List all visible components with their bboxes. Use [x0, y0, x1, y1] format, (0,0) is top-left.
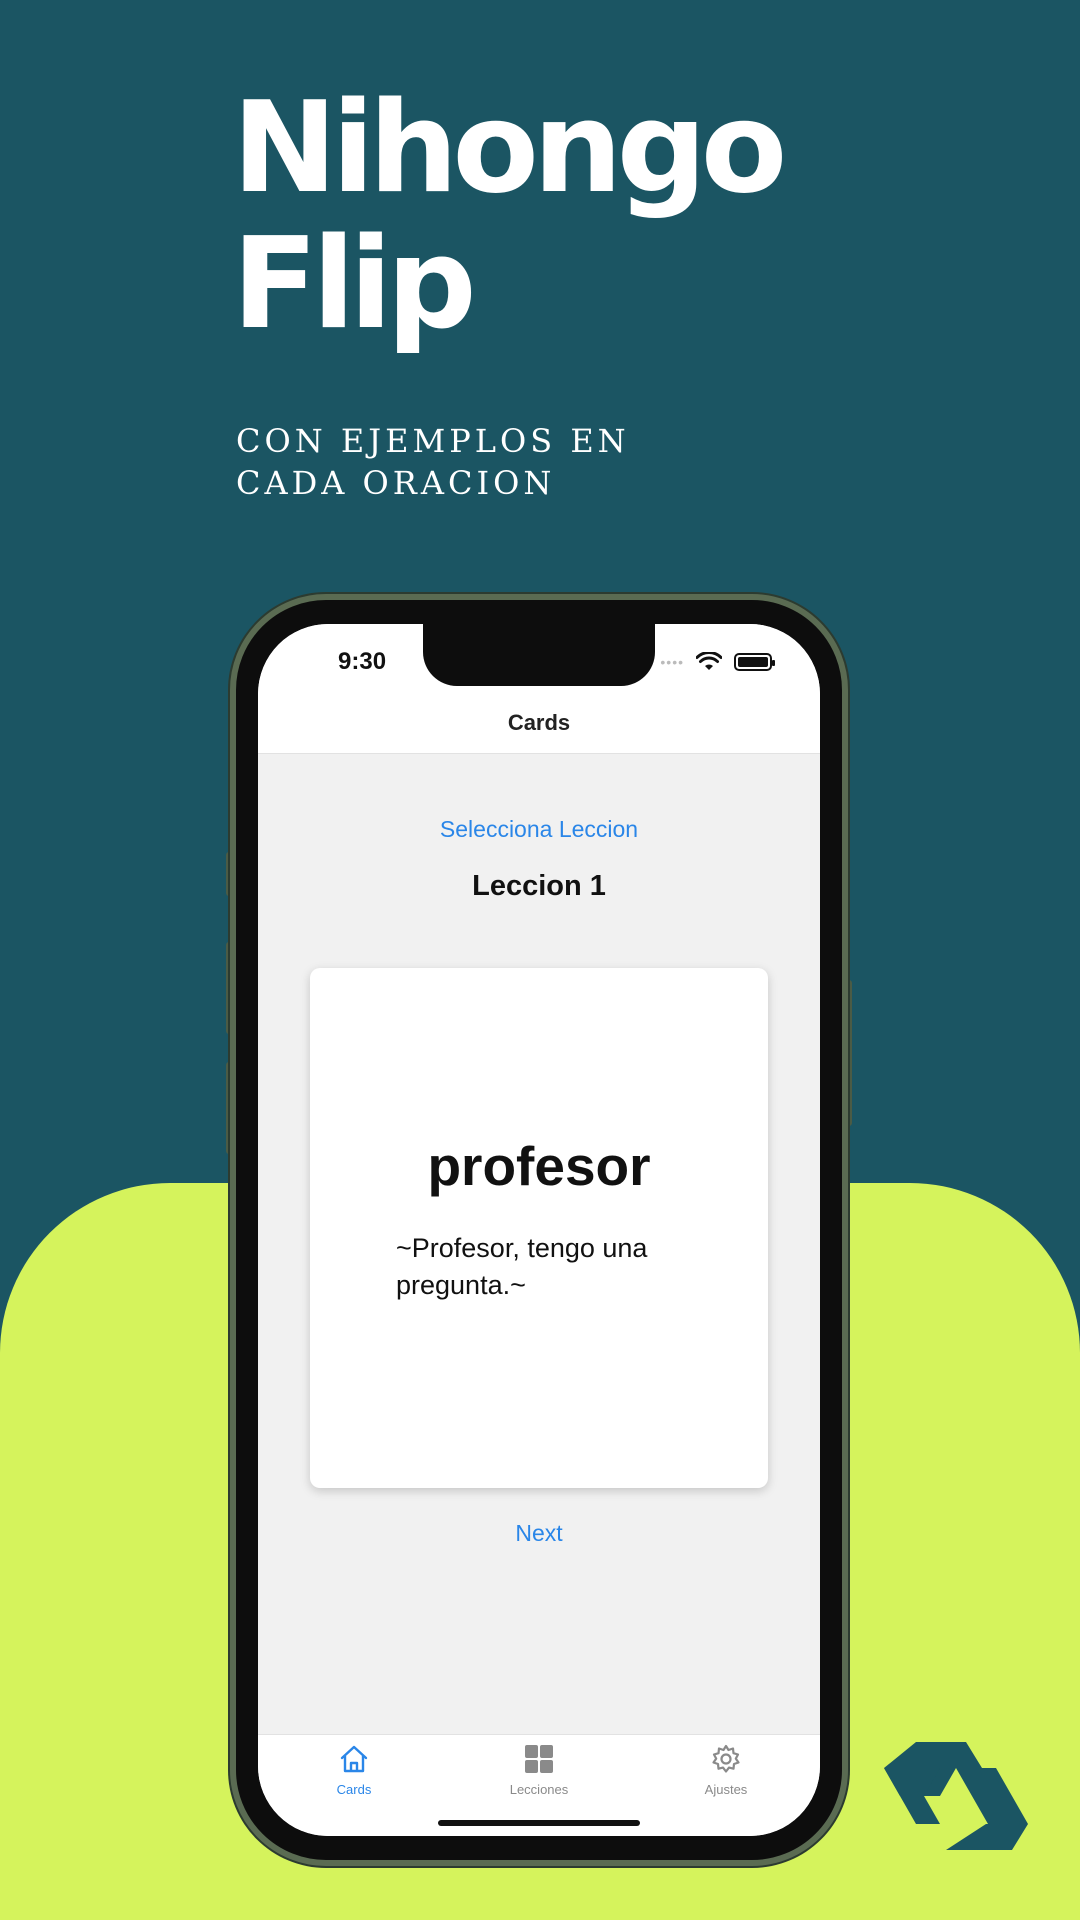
app-title-line-1: Nihongo — [232, 74, 787, 221]
tab-lecciones[interactable]: Lecciones — [479, 1743, 599, 1797]
tab-lecciones-label: Lecciones — [509, 1782, 569, 1797]
status-bar: 9:30 •••• — [258, 624, 820, 698]
status-time: 9:30 — [338, 648, 387, 675]
nav-title: Cards — [507, 710, 571, 735]
brand-logo — [884, 1742, 1028, 1850]
grid-icon — [525, 1745, 553, 1773]
app-subtitle: CON EJEMPLOS EN CADA ORACION — [236, 422, 630, 502]
next-button[interactable]: Next — [258, 1520, 820, 1547]
tab-ajustes-label: Ajustes — [704, 1782, 748, 1797]
select-lesson-button[interactable]: Selecciona Leccion — [258, 816, 820, 843]
wifi-icon — [696, 652, 722, 670]
card-example-sentence: ~Profesor, tengo una pregunta.~ — [396, 1233, 648, 1300]
status-icons: •••• — [660, 652, 775, 672]
gear-icon — [712, 1744, 740, 1773]
signal-icon: •••• — [660, 654, 684, 670]
flash-card[interactable]: profesor ~Profesor, tengo una pregunta.~ — [310, 968, 768, 1488]
tab-ajustes[interactable]: Ajustes — [666, 1743, 786, 1797]
navigation-bar: Cards — [258, 698, 820, 754]
lesson-title: Leccion 1 — [472, 870, 606, 902]
battery-icon — [734, 653, 775, 671]
camera-notch — [423, 624, 655, 686]
app-title-line-2: Flip — [232, 210, 477, 357]
house-icon — [340, 1745, 368, 1773]
tab-cards[interactable]: Cards — [294, 1743, 414, 1797]
home-indicator — [438, 1820, 640, 1826]
app-title: Nihongo Flip — [232, 74, 787, 357]
tab-cards-label: Cards — [336, 1782, 372, 1797]
phone-screen: 9:30 •••• Cards Selecciona Leccion Lecci… — [258, 624, 820, 1836]
card-word: profesor — [427, 1135, 651, 1197]
